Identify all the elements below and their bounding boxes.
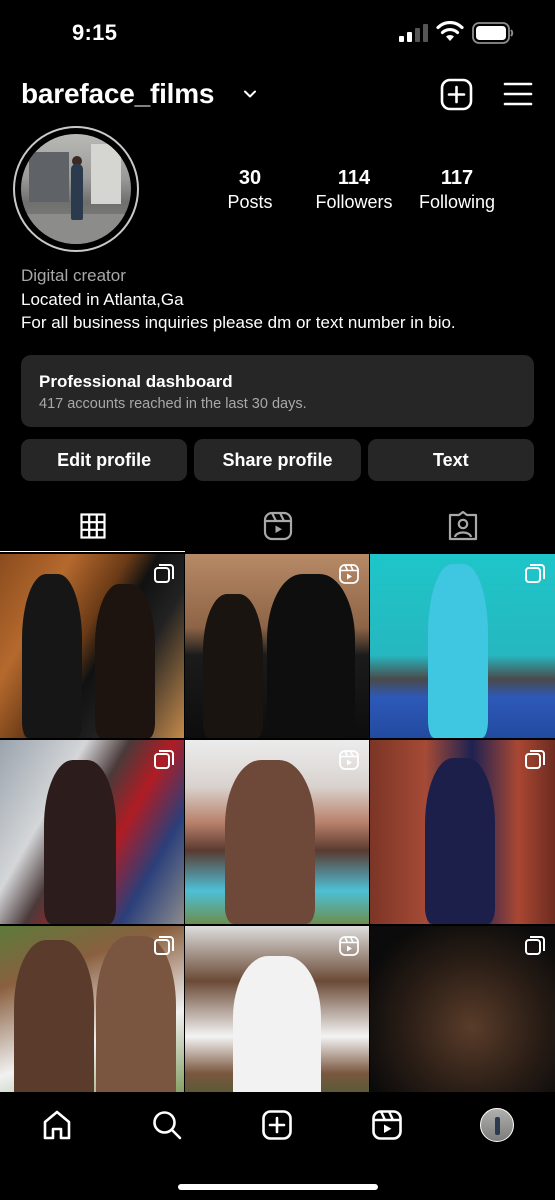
status-bar: 9:15 xyxy=(0,0,555,62)
post-thumbnail[interactable] xyxy=(370,554,555,738)
home-icon xyxy=(43,1110,71,1140)
post-thumbnail[interactable] xyxy=(185,554,369,738)
grid-icon xyxy=(79,512,106,539)
professional-dashboard-card[interactable]: Professional dashboard 417 accounts reac… xyxy=(21,355,534,427)
dashboard-title: Professional dashboard xyxy=(39,372,233,391)
account-switcher-username[interactable]: bareface_films xyxy=(21,78,215,110)
tagged-icon xyxy=(448,511,477,541)
dashboard-subtitle: 417 accounts reached in the last 30 days… xyxy=(39,396,307,412)
reels-icon xyxy=(263,511,292,541)
profile-content-tabs xyxy=(0,500,555,552)
post-thumbnail[interactable] xyxy=(0,740,184,924)
nav-search[interactable] xyxy=(150,1108,184,1142)
home-indicator xyxy=(178,1184,378,1190)
profile-header: bareface_films xyxy=(0,72,555,122)
chevron-down-icon[interactable] xyxy=(242,86,258,102)
create-icon xyxy=(262,1110,292,1140)
post-thumbnail[interactable] xyxy=(370,740,555,924)
post-thumbnail[interactable] xyxy=(185,740,369,924)
cellular-signal-icon xyxy=(399,24,428,42)
reel-icon xyxy=(339,750,359,770)
followers-count-value: 114 xyxy=(337,167,371,189)
text-button[interactable]: Text xyxy=(367,439,534,481)
tab-reels[interactable] xyxy=(185,500,370,552)
post-thumbnail[interactable] xyxy=(370,926,555,1110)
followers-count[interactable]: 114 Followers xyxy=(299,166,409,214)
reel-icon xyxy=(339,564,359,584)
nav-home[interactable] xyxy=(40,1108,74,1142)
avatar-photo xyxy=(21,134,131,244)
following-count-label: Following xyxy=(418,192,496,212)
wifi-icon xyxy=(436,21,464,41)
battery-icon xyxy=(472,22,514,44)
posts-count-value: 30 xyxy=(238,167,262,189)
followers-count-label: Followers xyxy=(315,192,393,212)
profile-actions: Edit profile Share profile Text xyxy=(21,439,534,481)
posts-count-label: Posts xyxy=(227,192,273,212)
post-thumbnail[interactable] xyxy=(185,926,369,1110)
nav-reels[interactable] xyxy=(370,1108,404,1142)
reels-icon xyxy=(372,1110,402,1140)
share-profile-button[interactable]: Share profile xyxy=(194,439,361,481)
carousel-icon xyxy=(154,750,174,769)
edit-profile-button[interactable]: Edit profile xyxy=(21,439,188,481)
nav-create[interactable] xyxy=(260,1108,294,1142)
carousel-icon xyxy=(525,936,545,955)
post-thumbnail[interactable] xyxy=(0,554,184,738)
carousel-icon xyxy=(154,936,174,955)
profile-avatar[interactable] xyxy=(13,126,139,252)
bio-line-location: Located in Atlanta,Ga xyxy=(21,289,184,309)
reel-icon xyxy=(339,936,359,956)
following-count[interactable]: 117 Following xyxy=(402,166,512,214)
posts-grid xyxy=(0,554,555,1110)
bio-category: Digital creator xyxy=(21,266,126,285)
carousel-icon xyxy=(525,564,545,583)
nav-profile[interactable] xyxy=(480,1108,514,1142)
carousel-icon xyxy=(525,750,545,769)
tab-tagged[interactable] xyxy=(370,500,555,552)
tab-posts-grid[interactable] xyxy=(0,500,185,552)
search-icon xyxy=(153,1111,182,1140)
hamburger-menu-icon[interactable] xyxy=(503,81,533,107)
status-time: 9:15 xyxy=(72,20,118,45)
profile-avatar-icon xyxy=(480,1108,514,1142)
profile-bio: Digital creator Located in Atlanta,Ga Fo… xyxy=(21,264,541,335)
carousel-icon xyxy=(154,564,174,583)
post-thumbnail[interactable] xyxy=(0,926,184,1110)
following-count-value: 117 xyxy=(440,167,474,189)
bio-line-inquiries: For all business inquiries please dm or … xyxy=(21,313,456,332)
posts-count[interactable]: 30 Posts xyxy=(195,166,305,214)
create-new-icon[interactable] xyxy=(440,78,473,111)
